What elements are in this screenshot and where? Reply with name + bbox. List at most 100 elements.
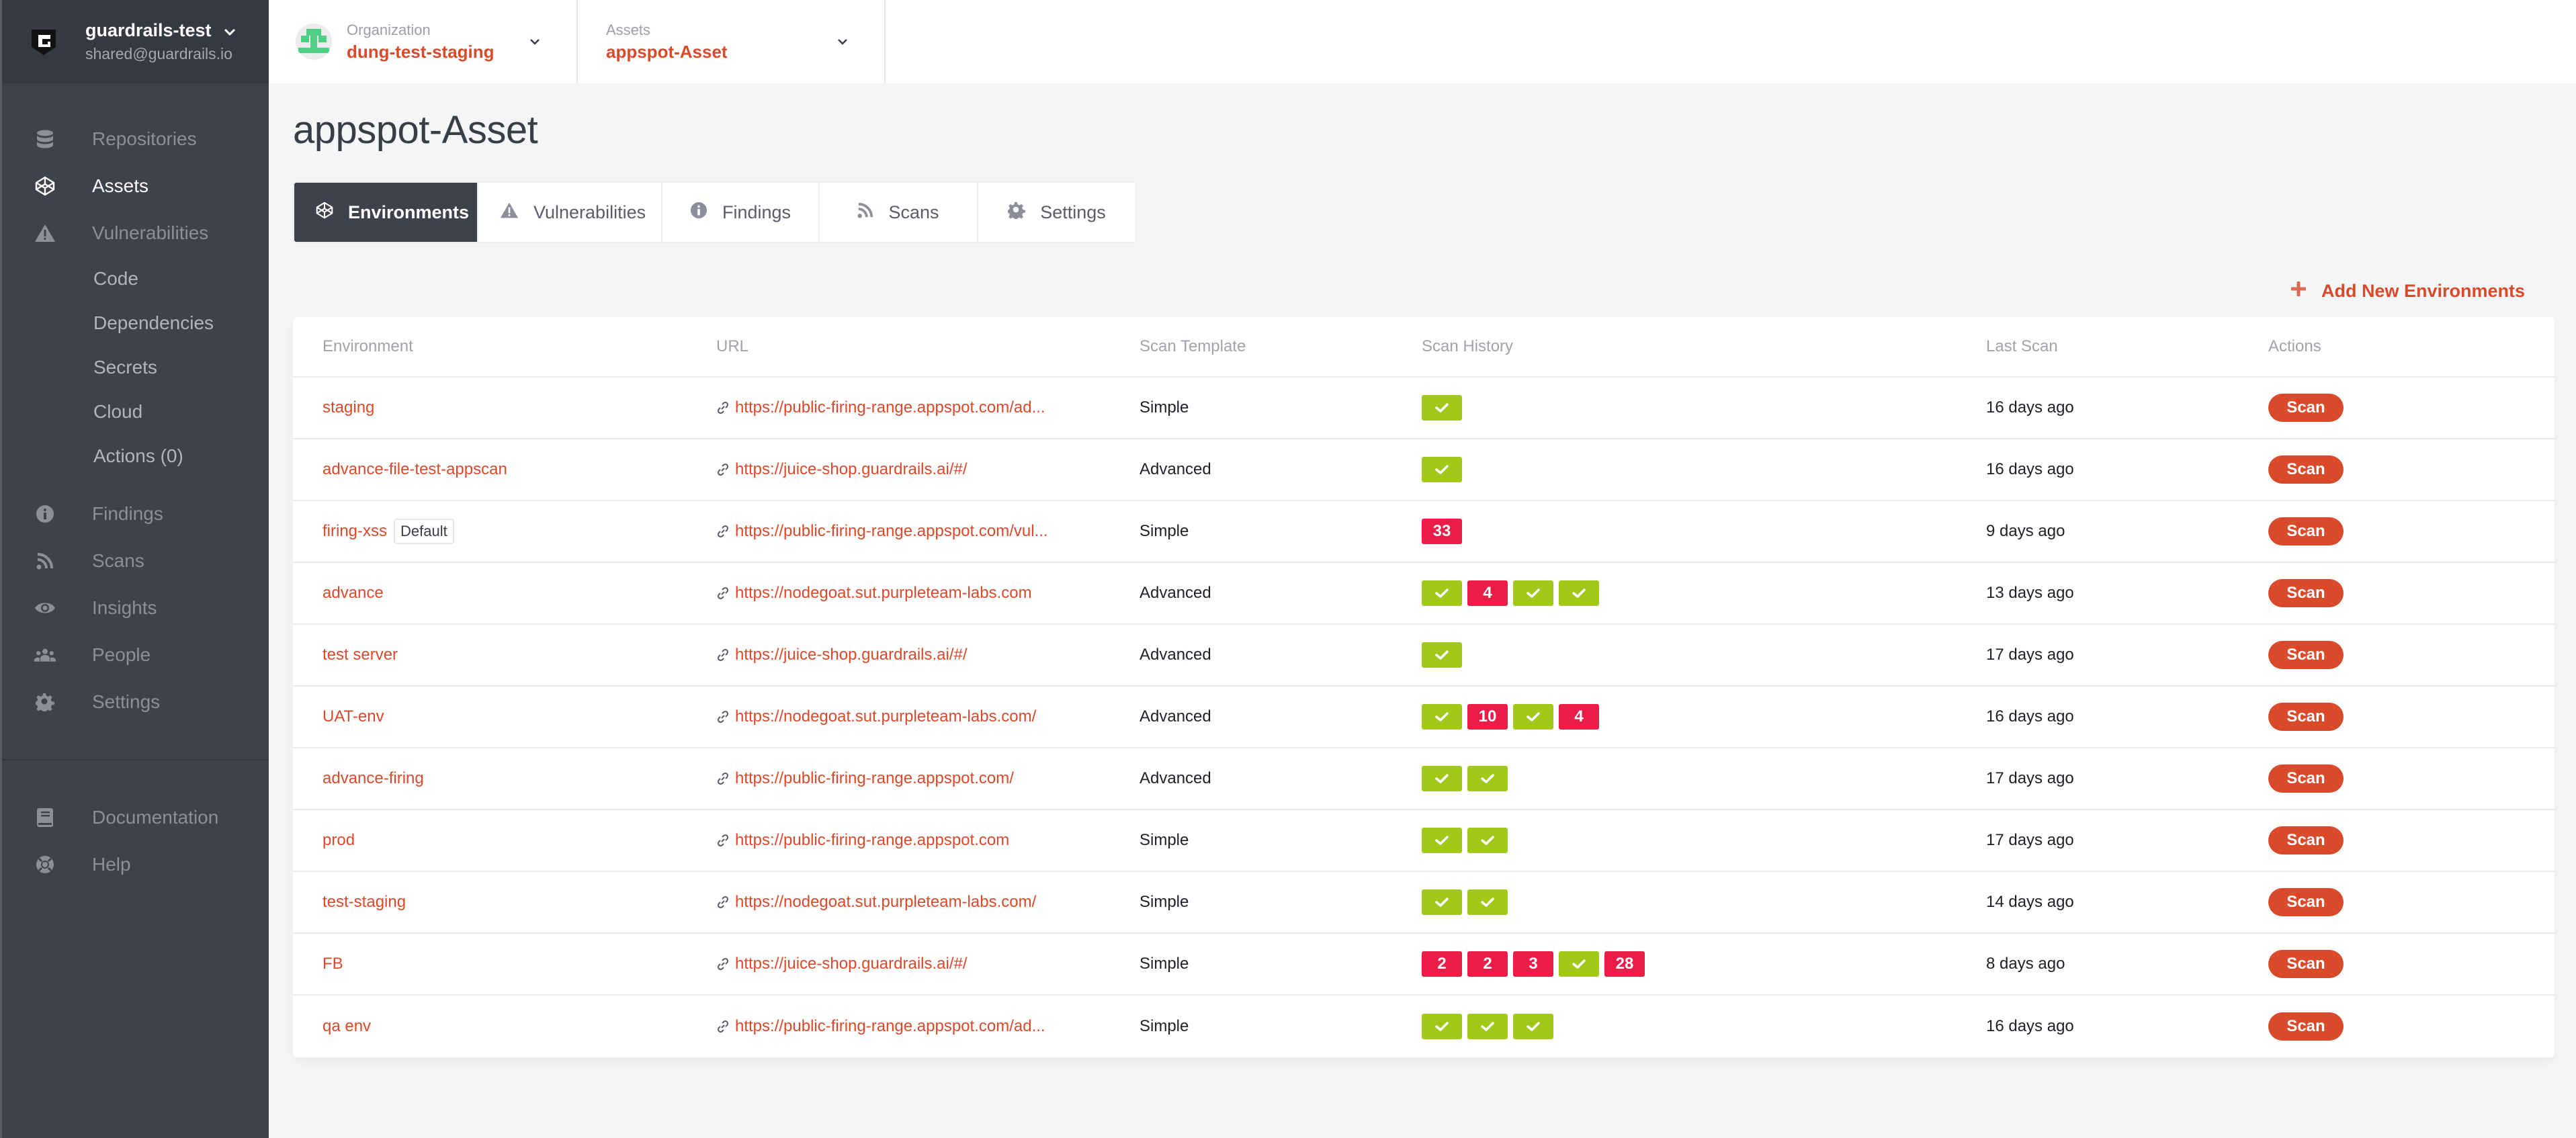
url-link[interactable]: https://nodegoat.sut.purpleteam-labs.com… (735, 707, 1036, 726)
chevron-down-icon[interactable] (224, 20, 236, 41)
check-icon (1572, 959, 1586, 969)
scan-findings-badge[interactable]: 4 (1559, 704, 1599, 730)
scan-button[interactable]: Scan (2268, 641, 2344, 669)
url-link[interactable]: https://public-firing-range.appspot.com (735, 831, 1009, 850)
scan-button[interactable]: Scan (2268, 764, 2344, 793)
account-switcher[interactable]: guardrails-test shared@guardrails.io (2, 0, 269, 83)
scan-pass-badge[interactable] (1422, 642, 1462, 668)
scan-button[interactable]: Scan (2268, 703, 2344, 731)
check-icon (1434, 711, 1449, 722)
url-link[interactable]: https://public-firing-range.appspot.com/ (735, 769, 1014, 788)
scan-pass-badge[interactable] (1422, 889, 1462, 915)
asset-selector[interactable]: Assets appspot-Asset (578, 0, 886, 83)
scan-pass-badge[interactable] (1559, 580, 1599, 606)
link-icon (716, 772, 730, 785)
scan-pass-badge[interactable] (1422, 766, 1462, 791)
url-link[interactable]: https://juice-shop.guardrails.ai/#/ (735, 955, 968, 973)
sidebar-subitem-secrets[interactable]: Secrets (2, 345, 269, 390)
environment-link[interactable]: prod (323, 831, 355, 850)
table-row: qa env https://public-firing-range.appsp… (293, 996, 2554, 1057)
sidebar-subitem-code[interactable]: Code (2, 257, 269, 301)
sidebar-subitem-actions[interactable]: Actions (0) (2, 434, 269, 478)
sidebar-item-people[interactable]: People (2, 631, 269, 679)
tab-settings[interactable]: Settings (978, 183, 1135, 242)
environment-cell: advance-file-test-appscan (293, 460, 716, 479)
tab-findings[interactable]: Findings (662, 183, 820, 242)
organization-selector[interactable]: Organization dung-test-staging (269, 0, 578, 83)
scan-findings-badge[interactable]: 2 (1467, 951, 1508, 977)
scan-findings-badge[interactable]: 33 (1422, 519, 1462, 544)
sidebar-item-label: Settings (92, 691, 161, 712)
scan-button[interactable]: Scan (2268, 1012, 2344, 1041)
scan-button[interactable]: Scan (2268, 826, 2344, 855)
sidebar-subitem-dependencies[interactable]: Dependencies (2, 301, 269, 345)
scan-pass-badge[interactable] (1422, 395, 1462, 421)
tab-environments[interactable]: Environments (294, 183, 478, 242)
url-link[interactable]: https://nodegoat.sut.purpleteam-labs.com (735, 584, 1032, 603)
scan-pass-badge[interactable] (1559, 951, 1599, 977)
link-icon (716, 586, 730, 600)
sidebar-subitem-cloud[interactable]: Cloud (2, 390, 269, 434)
scan-pass-badge[interactable] (1467, 828, 1508, 853)
scan-pass-badge[interactable] (1513, 580, 1553, 606)
check-icon (1434, 402, 1449, 413)
gear-icon (34, 691, 56, 713)
scan-pass-badge[interactable] (1467, 889, 1508, 915)
table-row: test-staging https://nodegoat.sut.purple… (293, 872, 2554, 934)
scan-findings-badge[interactable]: 10 (1467, 704, 1508, 730)
scan-button[interactable]: Scan (2268, 888, 2344, 916)
scan-findings-badge[interactable]: 2 (1422, 951, 1462, 977)
scan-pass-badge[interactable] (1422, 828, 1462, 853)
scan-button[interactable]: Scan (2268, 950, 2344, 978)
environment-link[interactable]: test-staging (323, 893, 406, 912)
environment-cell: advance (293, 584, 716, 603)
scan-pass-badge[interactable] (1513, 704, 1553, 730)
tab-vulnerabilities[interactable]: Vulnerabilities (478, 183, 662, 242)
add-new-environments-button[interactable]: Add New Environments (2290, 281, 2525, 302)
sidebar-item-documentation[interactable]: Documentation (2, 794, 269, 841)
environment-link[interactable]: advance-file-test-appscan (323, 460, 507, 479)
scan-button[interactable]: Scan (2268, 455, 2344, 484)
scan-pass-badge[interactable] (1467, 766, 1508, 791)
scan-button[interactable]: Scan (2268, 579, 2344, 607)
sidebar-item-settings[interactable]: Settings (2, 679, 269, 726)
environment-link[interactable]: advance (323, 584, 384, 603)
tab-scans[interactable]: Scans (820, 183, 978, 242)
url-link[interactable]: https://public-firing-range.appspot.com/… (735, 398, 1045, 417)
scan-findings-badge[interactable]: 4 (1467, 580, 1508, 606)
url-link[interactable]: https://juice-shop.guardrails.ai/#/ (735, 460, 968, 479)
users-icon (34, 644, 56, 666)
sidebar-item-vulnerabilities[interactable]: Vulnerabilities (2, 210, 269, 257)
url-link[interactable]: https://public-firing-range.appspot.com/… (735, 522, 1048, 541)
scan-button[interactable]: Scan (2268, 394, 2344, 422)
scan-pass-badge[interactable] (1467, 1014, 1508, 1039)
environment-link[interactable]: UAT-env (323, 707, 384, 726)
scan-pass-badge[interactable] (1422, 580, 1462, 606)
environment-link[interactable]: qa env (323, 1017, 371, 1036)
environment-link[interactable]: FB (323, 955, 343, 973)
environment-link[interactable]: test server (323, 646, 398, 664)
scan-pass-badge[interactable] (1422, 704, 1462, 730)
scan-findings-badge[interactable]: 28 (1604, 951, 1645, 977)
sidebar-item-scans[interactable]: Scans (2, 537, 269, 584)
sidebar-item-assets[interactable]: Assets (2, 163, 269, 210)
scan-history-cell: 33 (1422, 519, 1986, 544)
scan-pass-badge[interactable] (1422, 457, 1462, 482)
url-link[interactable]: https://public-firing-range.appspot.com/… (735, 1017, 1045, 1036)
sidebar-nav: Repositories Assets Vulnerabilities Code… (2, 83, 269, 888)
scan-pass-badge[interactable] (1513, 1014, 1553, 1039)
tab-label: Environments (348, 202, 470, 222)
environment-link[interactable]: firing-xss (323, 522, 387, 541)
environment-link[interactable]: advance-firing (323, 769, 424, 788)
url-link[interactable]: https://nodegoat.sut.purpleteam-labs.com… (735, 893, 1036, 912)
sidebar-item-insights[interactable]: Insights (2, 584, 269, 631)
sidebar-item-findings[interactable]: Findings (2, 490, 269, 537)
last-scan-cell: 16 days ago (1986, 1017, 2074, 1035)
sidebar-item-repositories[interactable]: Repositories (2, 116, 269, 163)
scan-findings-badge[interactable]: 3 (1513, 951, 1553, 977)
url-link[interactable]: https://juice-shop.guardrails.ai/#/ (735, 646, 968, 664)
sidebar-item-help[interactable]: Help (2, 841, 269, 888)
scan-button[interactable]: Scan (2268, 517, 2344, 545)
environment-link[interactable]: staging (323, 398, 374, 417)
scan-pass-badge[interactable] (1422, 1014, 1462, 1039)
